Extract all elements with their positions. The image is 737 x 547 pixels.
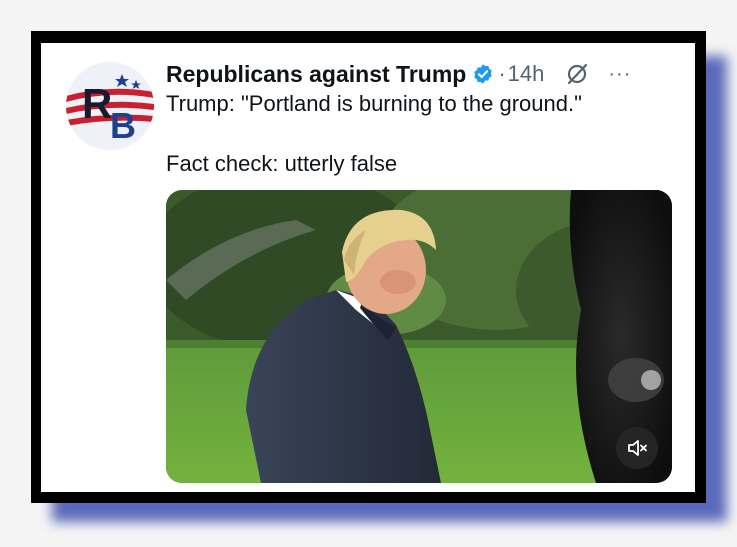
screenshot-frame: RB R B Republicans against Trump · 14h xyxy=(31,31,706,503)
tweet-text-line-2: Fact check: utterly false xyxy=(166,151,398,176)
more-options-icon[interactable]: ··· xyxy=(608,63,631,86)
svg-text:B: B xyxy=(110,105,136,146)
tweet-card[interactable]: RB R B Republicans against Trump · 14h xyxy=(41,43,695,492)
tweet-video[interactable] xyxy=(166,190,672,483)
avatar[interactable]: RB R B xyxy=(66,62,154,150)
avatar-logo: RB R B xyxy=(66,62,154,150)
volume-muted-icon[interactable] xyxy=(616,427,658,469)
tweet-timestamp[interactable]: 14h xyxy=(508,61,545,87)
tweet-text-line-1: Trump: "Portland is burning to the groun… xyxy=(166,91,582,116)
separator-dot: · xyxy=(498,61,506,86)
author-name[interactable]: Republicans against Trump xyxy=(166,61,466,88)
svg-text:R: R xyxy=(82,80,112,127)
video-frame xyxy=(166,190,672,483)
tweet-header: Republicans against Trump · 14h ··· xyxy=(166,59,679,89)
verified-badge-icon xyxy=(472,63,494,85)
grok-icon[interactable] xyxy=(564,61,590,87)
